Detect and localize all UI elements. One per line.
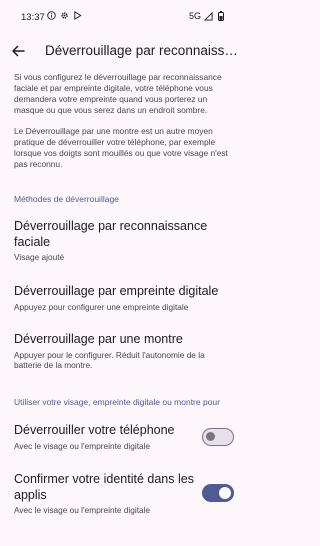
section-title-usage: Utiliser votre visage, empreinte digital…: [14, 397, 220, 407]
app-bar: Déverrouillage par reconnaissance facial…: [0, 34, 243, 68]
signal-icon: [204, 11, 213, 21]
confirm-identity-item[interactable]: Confirmer votre identité dans les applis…: [14, 472, 194, 516]
item-subtitle: Appuyer pour le configurer. Réduit l'aut…: [14, 349, 205, 371]
item-title: Déverrouillage par une montre: [14, 332, 183, 346]
status-time: 13:37: [21, 12, 45, 23]
page-title: Déverrouillage par reconnaissance facial…: [45, 43, 240, 58]
switch-knob: [206, 432, 215, 441]
watch-unlock-item[interactable]: Déverrouillage par une montre Appuyer po…: [14, 332, 234, 371]
notification-icons: [47, 11, 82, 20]
fingerprint-unlock-item[interactable]: Déverrouillage par empreinte digitale Ap…: [14, 284, 234, 312]
section-title-methods: Méthodes de déverrouillage: [14, 194, 119, 204]
item-title: Déverrouillage par empreinte digitale: [14, 284, 219, 298]
play-store-icon: [73, 11, 82, 20]
switch-knob: [219, 487, 231, 499]
gear-icon: [60, 11, 69, 20]
battery-icon: [216, 11, 225, 21]
item-subtitle: Avec le visage ou l'empreinte digitale: [14, 505, 151, 515]
item-title: Déverrouillage par reconnaissance facial…: [14, 219, 208, 249]
status-bar: 13:37 5G: [0, 0, 243, 34]
back-arrow-icon: [12, 45, 25, 57]
info-icon: [47, 11, 56, 20]
face-unlock-item[interactable]: Déverrouillage par reconnaissance facial…: [14, 219, 234, 263]
item-subtitle: Avec le visage ou l'empreinte digitale: [14, 440, 151, 451]
intro-paragraph-1: Si vous configurez le déverrouillage par…: [14, 72, 222, 115]
system-icons: 5G: [189, 11, 225, 21]
item-title: Confirmer votre identité dans les applis: [14, 472, 194, 502]
item-subtitle: Appuyez pour configurer une empreinte di…: [14, 301, 189, 312]
network-label: 5G: [188, 11, 201, 21]
back-button[interactable]: [9, 42, 27, 60]
confirm-identity-switch[interactable]: [202, 484, 234, 502]
intro-paragraph-2: Le Déverrouillage par une montre est un …: [14, 126, 228, 169]
item-title: Déverrouiller votre téléphone: [14, 423, 175, 437]
unlock-phone-switch[interactable]: [202, 428, 234, 446]
unlock-phone-item[interactable]: Déverrouiller votre téléphone Avec le vi…: [14, 423, 194, 451]
item-subtitle: Visage ajouté: [14, 252, 65, 262]
